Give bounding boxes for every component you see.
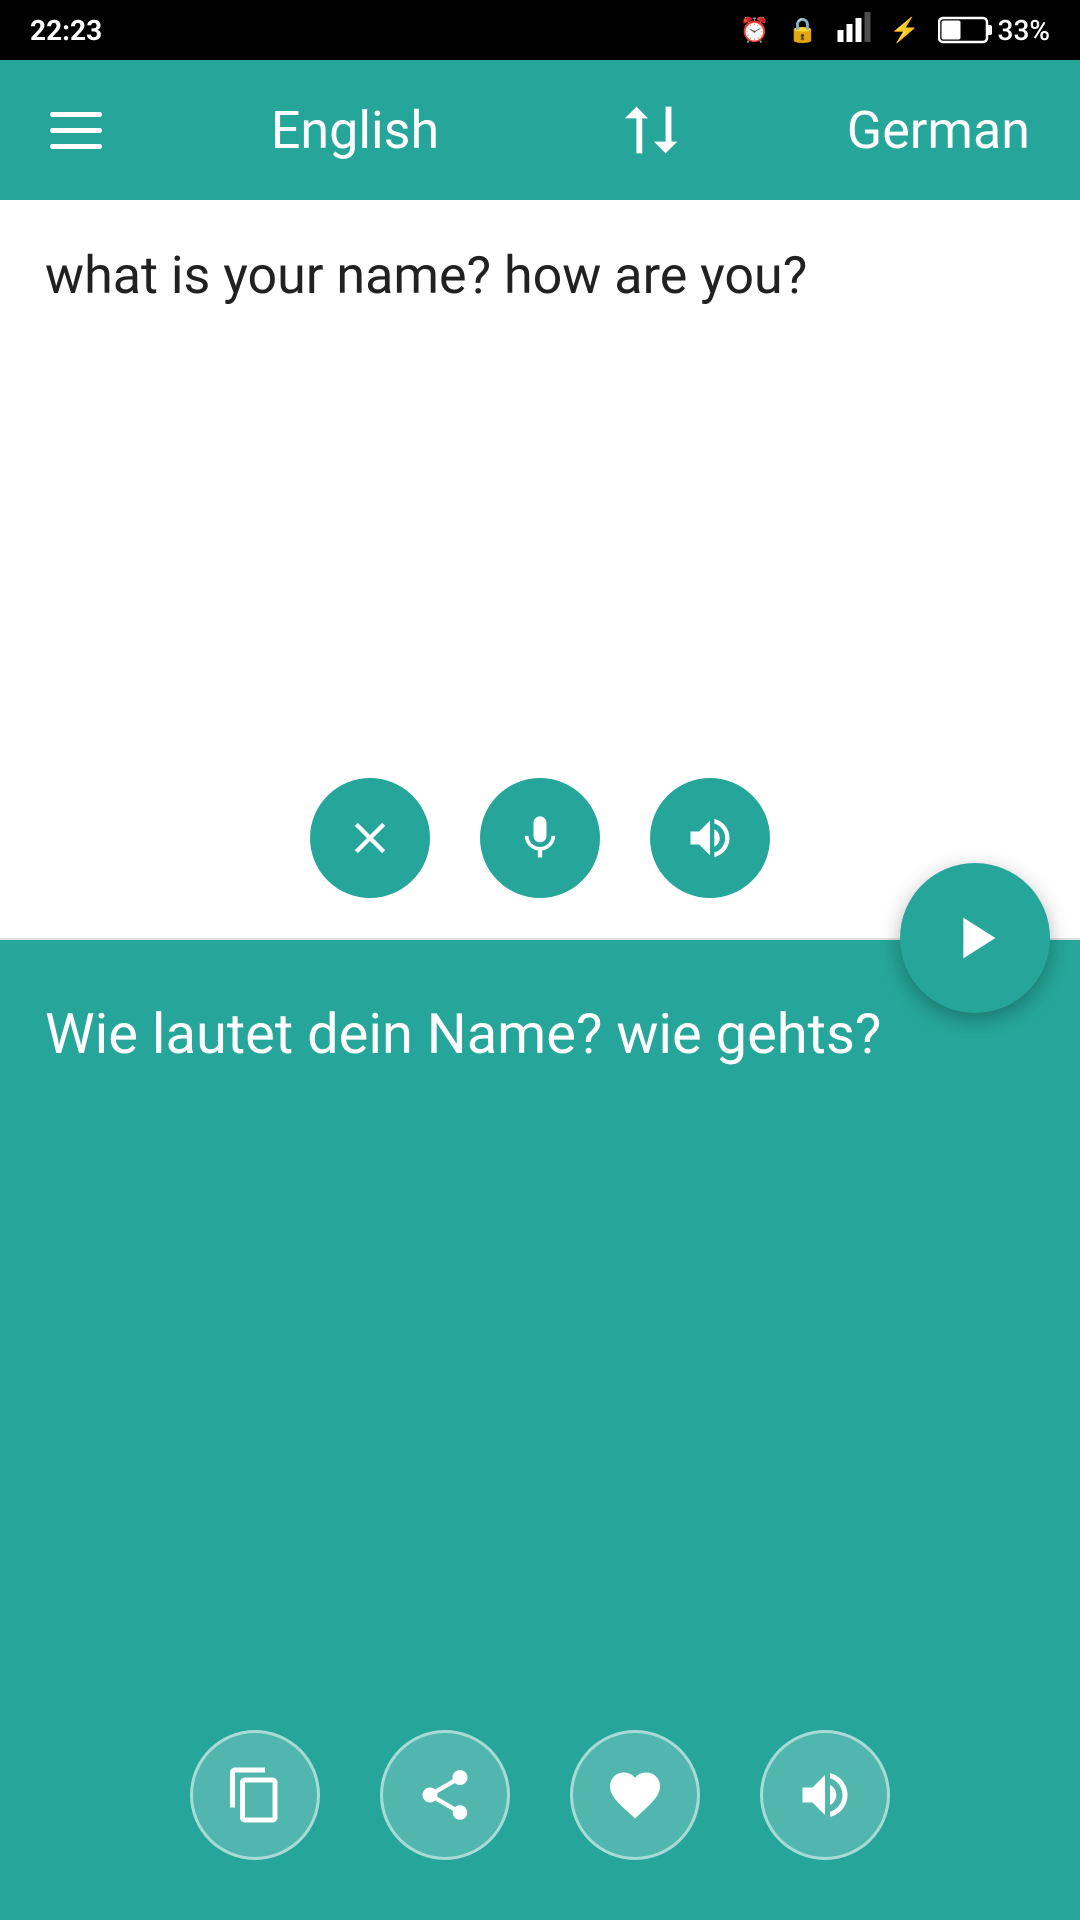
status-icons: ⏰ 🔒 ⚡ 33% [740, 9, 1050, 51]
status-time: 22:23 [30, 14, 102, 47]
speak-input-button[interactable] [650, 778, 770, 898]
charging-icon: ⚡ [890, 16, 920, 44]
input-wrapper: what is your name? how are you? [45, 240, 1035, 758]
output-action-bar [45, 1710, 1035, 1880]
source-language-selector[interactable]: English [271, 100, 439, 161]
clear-text-button[interactable] [310, 778, 430, 898]
speak-translation-button[interactable] [760, 1730, 890, 1860]
translate-fab-container [900, 863, 1050, 1013]
app-bar: English German [0, 60, 1080, 200]
output-section: Wie lautet dein Name? wie gehts? [0, 940, 1080, 1920]
signal-icon [836, 9, 872, 51]
swap-languages-button[interactable] [600, 95, 686, 165]
status-bar: 22:23 ⏰ 🔒 ⚡ 33% [0, 0, 1080, 60]
alarm-icon: ⏰ [740, 16, 770, 44]
copy-translation-button[interactable] [190, 1730, 320, 1860]
share-translation-button[interactable] [380, 1730, 510, 1860]
battery-percent: 33% [998, 14, 1050, 47]
input-action-bar [45, 778, 1035, 908]
microphone-button[interactable] [480, 778, 600, 898]
sim-icon: 🔒 [788, 16, 818, 44]
translate-button[interactable] [900, 863, 1050, 1013]
source-text-input[interactable]: what is your name? how are you? [45, 240, 1035, 758]
favorite-translation-button[interactable] [570, 1730, 700, 1860]
input-section: what is your name? how are you? [0, 200, 1080, 940]
translated-text: Wie lautet dein Name? wie gehts? [45, 995, 1035, 1710]
battery-indicator: 33% [938, 14, 1050, 47]
menu-button[interactable] [50, 112, 102, 149]
target-language-selector[interactable]: German [847, 100, 1030, 161]
